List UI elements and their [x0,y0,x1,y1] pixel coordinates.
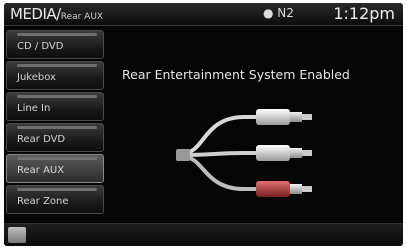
sidebar-item-cd-dvd[interactable]: CD / DVD [6,30,104,59]
sidebar-item-label: Jukebox [17,72,56,83]
home-icon[interactable] [8,227,26,243]
source-sidebar: CD / DVD Jukebox Line In Rear DVD Rear A… [6,30,104,216]
signal-indicator: ● N2 [263,6,294,20]
clock: 1:12pm [333,4,395,23]
sidebar-item-label: Rear DVD [17,134,66,145]
sidebar-item-line-in[interactable]: Line In [6,92,104,121]
sidebar-item-indicator [17,126,97,129]
sidebar-item-rear-zone[interactable]: Rear Zone [6,185,104,214]
status-message: Rear Entertainment System Enabled [122,67,350,82]
page-title: MEDIA/Rear AUX [10,5,103,23]
sidebar-item-rear-dvd[interactable]: Rear DVD [6,123,104,152]
sidebar-item-label: Rear AUX [17,165,65,176]
sidebar-item-jukebox[interactable]: Jukebox [6,61,104,90]
sidebar-item-label: CD / DVD [17,41,64,52]
title-sub: Rear AUX [60,12,104,22]
sidebar-item-label: Line In [17,103,51,114]
sidebar-item-indicator [17,95,97,98]
sidebar-item-indicator [17,33,97,36]
status-bar: MEDIA/Rear AUX ● N2 1:12pm [4,3,403,26]
sidebar-item-label: Rear Zone [17,196,69,207]
sidebar-item-indicator [17,157,97,160]
sidebar-item-indicator [17,188,97,191]
title-main: MEDIA/ [10,5,61,23]
rca-cables-icon [176,109,312,197]
sidebar-item-indicator [17,64,97,67]
media-screen: MEDIA/Rear AUX ● N2 1:12pm CD / DVD Juke… [4,3,403,246]
bottom-bar [4,223,403,246]
sidebar-item-rear-aux[interactable]: Rear AUX [6,154,104,183]
